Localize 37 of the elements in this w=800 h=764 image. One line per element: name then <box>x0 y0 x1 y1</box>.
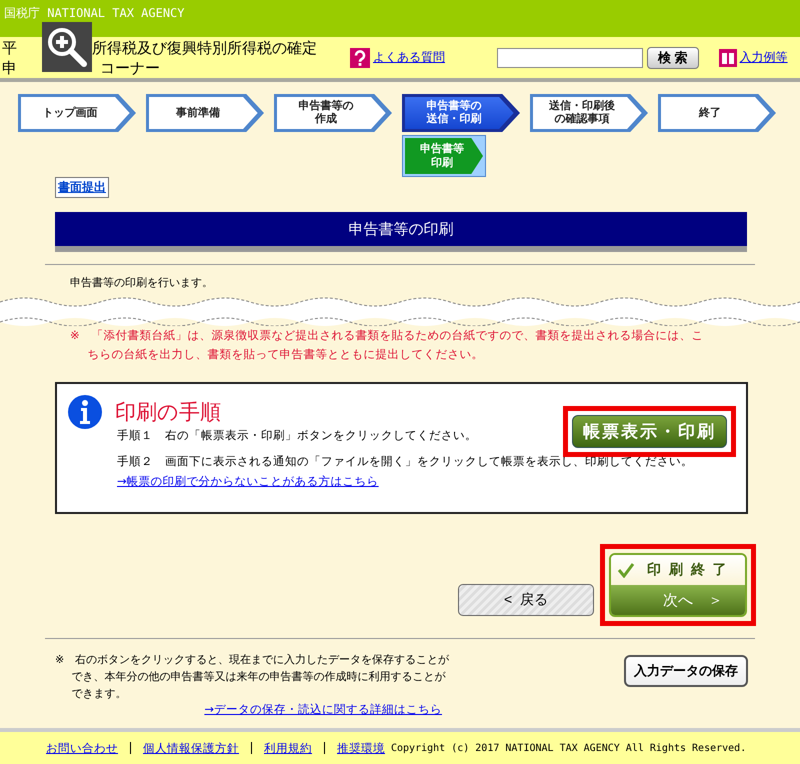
copyright-text: Copyright (c) 2017 NATIONAL TAX AGENCY All Rights Reserved. <box>391 742 746 754</box>
footer-link[interactable]: 個人情報保護方針 <box>143 740 239 756</box>
help-link[interactable]: →帳票の印刷で分からないことがある方はこちら <box>117 474 379 489</box>
title-text: 所得税及び復興特別所得税の確定 <box>92 38 318 58</box>
search-button[interactable]: 検 索 <box>647 46 699 68</box>
info-icon <box>67 394 103 430</box>
footer-link[interactable]: 利用規約 <box>264 740 312 756</box>
footer-link[interactable]: お問い合わせ <box>46 740 118 756</box>
progress-step[interactable]: 送信・印刷後 の確認事項 <box>530 94 648 132</box>
faq-link[interactable]: よくある質問 <box>373 49 445 66</box>
title-text: 申 <box>2 58 18 78</box>
examples-link[interactable]: 入力例等 <box>740 49 788 66</box>
print-button[interactable]: 帳票表示・印刷 <box>572 415 727 448</box>
footer-link[interactable]: 推奨環境 <box>337 740 385 756</box>
search-field[interactable] <box>497 48 643 68</box>
save-data-button[interactable]: 入力データの保存 <box>624 655 748 687</box>
save-info-link[interactable]: →データの保存・読込に関する詳細はこちら <box>204 702 442 717</box>
substep-tab[interactable]: 申告書等 印刷 <box>405 138 483 174</box>
progress-step[interactable]: トップ画面 <box>18 94 136 132</box>
progress-step[interactable]: 終了 <box>658 94 776 132</box>
zoom-in-icon[interactable] <box>42 22 92 72</box>
paper-submit-button[interactable]: 書面提出 <box>55 177 109 198</box>
help-icon <box>350 48 370 68</box>
save-note: ※ 右のボタンをクリックすると、現在までに入力したデータを保存することができ、本年分の他の申告書等又は来年の申告書等の作成時に利用することができます。 <box>55 652 450 702</box>
progress-step[interactable]: 事前準備 <box>146 94 264 132</box>
intro-text: 申告書等の印刷を行います。 <box>70 275 214 290</box>
notice-text: ※ 「添付書類台紙」は、源泉徴収票など提出される書類を貼るための台紙ですので、書類を提出される場合には、こちらの台紙を出力し、書類を貼って申告書等とともに提出してください。 <box>70 327 705 363</box>
check-icon <box>617 562 635 578</box>
page-title: 申告書等の印刷 <box>348 220 454 238</box>
finish-button[interactable]: 印 刷 終 了 次へ ＞ <box>609 553 747 617</box>
progress-step[interactable]: 申告書等の 作成 <box>274 94 392 132</box>
agency-name: 国税庁 NATIONAL TAX AGENCY <box>4 5 184 22</box>
progress-step[interactable]: 申告書等の 送信・印刷 <box>402 94 520 132</box>
back-button[interactable]: < 戻る <box>458 584 594 616</box>
book-icon <box>718 48 737 66</box>
title-text: 平 <box>2 38 18 58</box>
title-text: コーナー <box>99 58 161 78</box>
